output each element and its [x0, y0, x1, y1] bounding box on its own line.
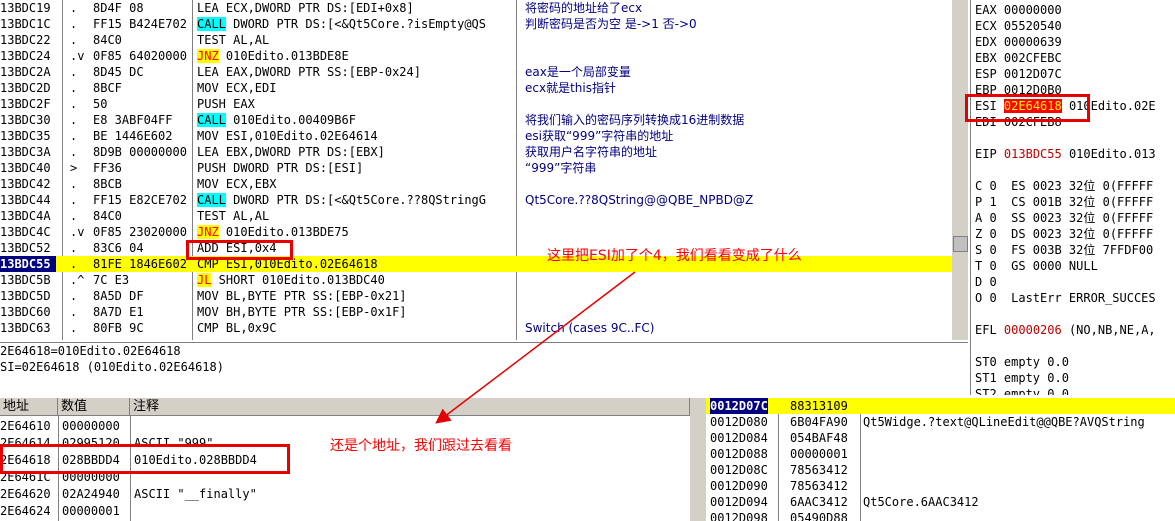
annotation-arrow	[435, 271, 636, 424]
